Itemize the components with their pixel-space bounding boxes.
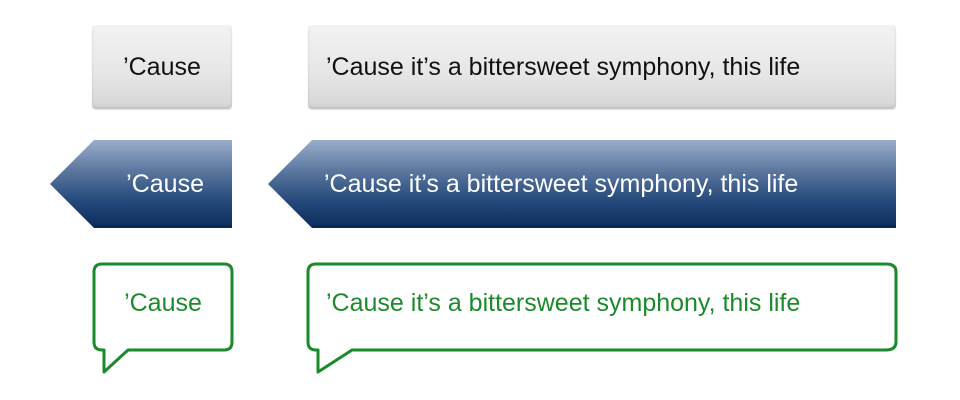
grey-button-short-label: ’Cause [123, 52, 201, 81]
speech-bubble-button-long[interactable]: ’Cause it’s a bittersweet symphony, this… [306, 262, 898, 374]
blue-arrow-button-short-shadow [94, 225, 232, 228]
speech-bubble-button-short-label: ’Cause [124, 289, 202, 317]
speech-bubble-outline-long [306, 262, 898, 374]
speech-bubble-button-short[interactable]: ’Cause [92, 262, 234, 374]
speech-bubble-button-long-label: ’Cause it’s a bittersweet symphony, this… [326, 289, 801, 317]
blue-arrow-button-long-shadow [312, 225, 896, 228]
grey-button-long[interactable]: ’Cause it’s a bittersweet symphony, this… [308, 25, 896, 109]
blue-arrow-button-long[interactable]: ’Cause it’s a bittersweet symphony, this… [268, 140, 896, 228]
grey-button-short[interactable]: ’Cause [92, 25, 232, 109]
grey-button-long-label: ’Cause it’s a bittersweet symphony, this… [326, 52, 801, 81]
blue-arrow-button-short-label: ’Cause [126, 169, 204, 198]
speech-bubble-outline-short [92, 262, 234, 374]
blue-arrow-button-long-label: ’Cause it’s a bittersweet symphony, this… [324, 169, 799, 198]
blue-arrow-button-short[interactable]: ’Cause [50, 140, 232, 228]
